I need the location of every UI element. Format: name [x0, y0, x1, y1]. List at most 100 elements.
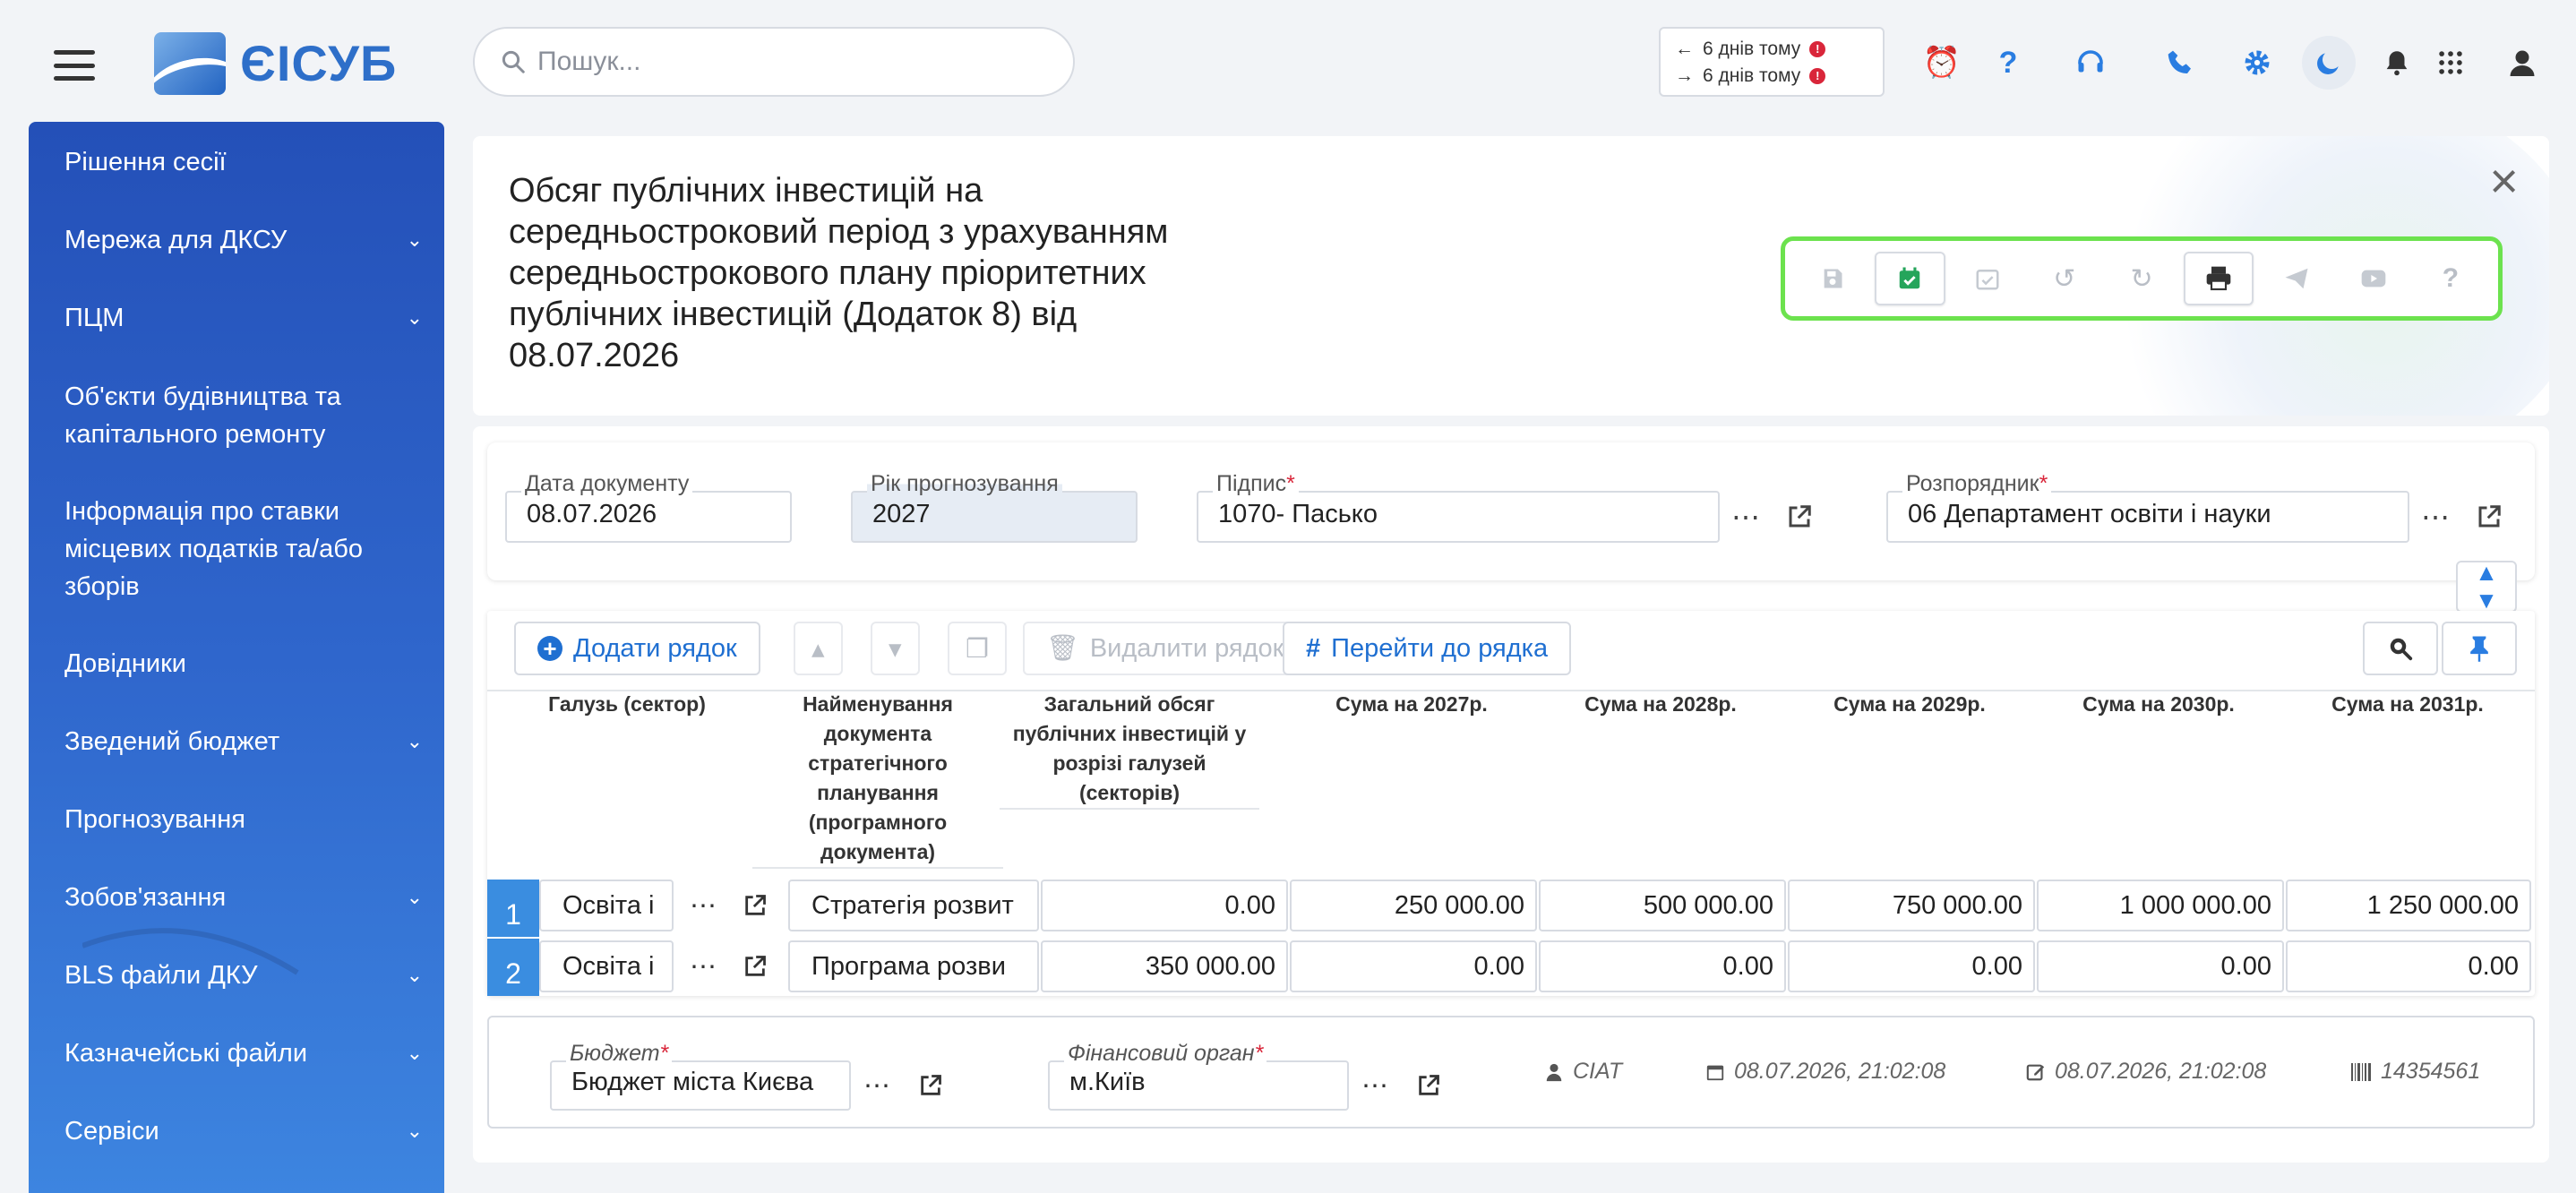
- document-cell[interactable]: Стратегія розвит: [788, 880, 1039, 931]
- send-icon[interactable]: [2261, 252, 2331, 305]
- sidebar-item-dksu-network[interactable]: Мережа для ДКСУ ⌄: [64, 221, 423, 259]
- amount-2028-cell[interactable]: 0.00: [1539, 940, 1786, 992]
- redo-icon[interactable]: ↻: [2107, 252, 2177, 305]
- move-up-icon: ▴: [811, 634, 825, 664]
- amount-2031-cell[interactable]: 1 250 000.00: [2286, 880, 2531, 931]
- doc-date-label: Дата документу: [521, 471, 693, 497]
- bell-icon[interactable]: [2370, 36, 2424, 90]
- user-icon[interactable]: [2495, 36, 2549, 90]
- alarm-clock-icon[interactable]: ⏰: [1915, 36, 1969, 90]
- support-headset-icon[interactable]: [2064, 36, 2117, 90]
- amount-2030-cell[interactable]: 1 000 000.00: [2037, 880, 2284, 931]
- signature-open-icon[interactable]: [1773, 491, 1825, 543]
- amount-2029-cell[interactable]: 0.00: [1788, 940, 2035, 992]
- history-back-label: 6 днів тому: [1703, 39, 1801, 59]
- move-down-button[interactable]: ▾: [871, 622, 920, 675]
- calendar-check-icon[interactable]: [1875, 252, 1945, 305]
- chevron-down-icon: ⌄: [406, 964, 423, 986]
- row-number: 2: [487, 939, 539, 996]
- sidebar-item-services[interactable]: Сервіси ⌄: [64, 1112, 423, 1150]
- sector-cell[interactable]: Освіта і: [539, 880, 674, 931]
- goto-row-button[interactable]: # Перейти до рядка: [1283, 622, 1572, 675]
- sidebar-item-consolidated-budget[interactable]: Зведений бюджет ⌄: [64, 723, 423, 760]
- help-icon[interactable]: ?: [2416, 252, 2486, 305]
- logo-icon: [154, 32, 226, 95]
- sidebar-item-label: Сервіси: [64, 1117, 159, 1146]
- column-header-2030: Сума на 2030р.: [2082, 692, 2235, 716]
- history-navigation[interactable]: ← 6 днів тому! → 6 днів тому!: [1659, 27, 1885, 97]
- chevron-down-icon: ⌄: [406, 730, 423, 752]
- budget-field[interactable]: Бюджет міста Києва: [550, 1060, 851, 1111]
- open-link-icon[interactable]: [729, 880, 781, 931]
- sidebar-item-session-decisions[interactable]: Рішення сесії: [64, 143, 423, 181]
- zoom-search-button[interactable]: [2363, 622, 2438, 675]
- hamburger-menu-icon[interactable]: [54, 50, 95, 81]
- sector-cell[interactable]: Освіта і: [539, 940, 674, 992]
- budget-more-icon[interactable]: ⋯: [851, 1060, 903, 1111]
- amount-2031-cell[interactable]: 0.00: [2286, 940, 2531, 992]
- fin-organ-field[interactable]: м.Київ: [1048, 1060, 1349, 1111]
- total-cell[interactable]: 0.00: [1041, 880, 1288, 931]
- amount-2027-cell[interactable]: 0.00: [1290, 940, 1537, 992]
- manager-more-icon[interactable]: ⋯: [2409, 491, 2461, 543]
- move-up-button[interactable]: ▴: [794, 622, 843, 675]
- sidebar-item-bls-files[interactable]: BLS файли ДКУ ⌄: [64, 957, 423, 994]
- apps-grid-icon[interactable]: [2424, 36, 2477, 90]
- amount-2030-cell[interactable]: 0.00: [2037, 940, 2284, 992]
- sidebar-item-treasury-files[interactable]: Казначейські файли ⌄: [64, 1034, 423, 1072]
- copy-row-button[interactable]: ❐: [948, 622, 1007, 675]
- calendar-check-outline-icon[interactable]: [1953, 252, 2022, 305]
- history-forward[interactable]: → 6 днів тому!: [1675, 63, 1868, 90]
- pin-button[interactable]: [2442, 622, 2517, 675]
- dark-mode-moon-icon[interactable]: [2302, 36, 2356, 90]
- sidebar-item-label: Зведений бюджет: [64, 727, 280, 756]
- signature-field[interactable]: 1070- Пасько: [1197, 491, 1720, 543]
- total-cell[interactable]: 350 000.00: [1041, 940, 1288, 992]
- sort-toggle-icon[interactable]: ▲ ▼: [2456, 559, 2517, 614]
- chevron-down-icon: ⌄: [406, 1120, 423, 1142]
- save-icon[interactable]: [1798, 252, 1868, 305]
- help-icon[interactable]: ?: [1981, 36, 2035, 90]
- phone-icon[interactable]: [2153, 36, 2207, 90]
- amount-2028-cell[interactable]: 500 000.00: [1539, 880, 1786, 931]
- fin-organ-more-icon[interactable]: ⋯: [1349, 1060, 1401, 1111]
- add-row-button[interactable]: + Додати рядок: [514, 622, 760, 675]
- sidebar-item-obligations[interactable]: Зобов'язання ⌄: [64, 879, 423, 916]
- search-box[interactable]: [473, 27, 1075, 97]
- close-icon[interactable]: ×: [2489, 156, 2519, 206]
- settings-gear-icon[interactable]: [2230, 36, 2284, 90]
- open-link-icon[interactable]: [729, 940, 781, 992]
- document-cell[interactable]: Програма розви: [788, 940, 1039, 992]
- created-date: 08.07.2026, 21:02:08: [1734, 1059, 1946, 1084]
- delete-row-button[interactable]: 🗑 Видалити рядок: [1023, 622, 1308, 675]
- video-icon[interactable]: [2339, 252, 2409, 305]
- more-icon[interactable]: ⋯: [677, 880, 729, 931]
- sidebar-item-pcm[interactable]: ПЦМ ⌄: [64, 299, 423, 337]
- sidebar-item-label: ПЦМ: [64, 304, 125, 332]
- sidebar-item-directories[interactable]: Довідники: [64, 645, 423, 682]
- amount-2027-cell[interactable]: 250 000.00: [1290, 880, 1537, 931]
- more-icon[interactable]: ⋯: [677, 940, 729, 992]
- signature-more-icon[interactable]: ⋯: [1720, 491, 1772, 543]
- print-icon[interactable]: [2184, 252, 2254, 305]
- author-name: CIAT: [1573, 1059, 1623, 1084]
- sidebar-item-construction-objects[interactable]: Об'єкти будівництва та капітального ремо…: [64, 378, 423, 453]
- manager-open-icon[interactable]: [2463, 491, 2515, 543]
- doc-date-field[interactable]: 08.07.2026: [505, 491, 792, 543]
- undo-icon[interactable]: ↺: [2030, 252, 2099, 305]
- budget-open-icon[interactable]: [905, 1060, 957, 1111]
- sidebar-item-forecasting[interactable]: Прогнозування: [64, 801, 423, 838]
- fin-organ-open-icon[interactable]: [1403, 1060, 1455, 1111]
- copy-icon: ❐: [966, 634, 989, 664]
- data-table: + Додати рядок ▴ ▾ ❐ 🗑 Видалити рядок # Пер…: [487, 611, 2535, 996]
- alert-badge: !: [1809, 41, 1826, 57]
- search-input[interactable]: [537, 47, 1039, 77]
- signature-label: Підпис*: [1213, 471, 1299, 497]
- history-back[interactable]: ← 6 днів тому!: [1675, 36, 1868, 63]
- column-header-document: Найменування документа стратегічного пла…: [752, 690, 1003, 869]
- barcode-icon: [2351, 1062, 2371, 1081]
- user-icon: [1546, 1063, 1562, 1081]
- sidebar-item-local-tax-rates[interactable]: Інформація про ставки місцевих податків …: [64, 493, 423, 605]
- amount-2029-cell[interactable]: 750 000.00: [1788, 880, 2035, 931]
- manager-field[interactable]: 06 Департамент освіти і науки: [1886, 491, 2409, 543]
